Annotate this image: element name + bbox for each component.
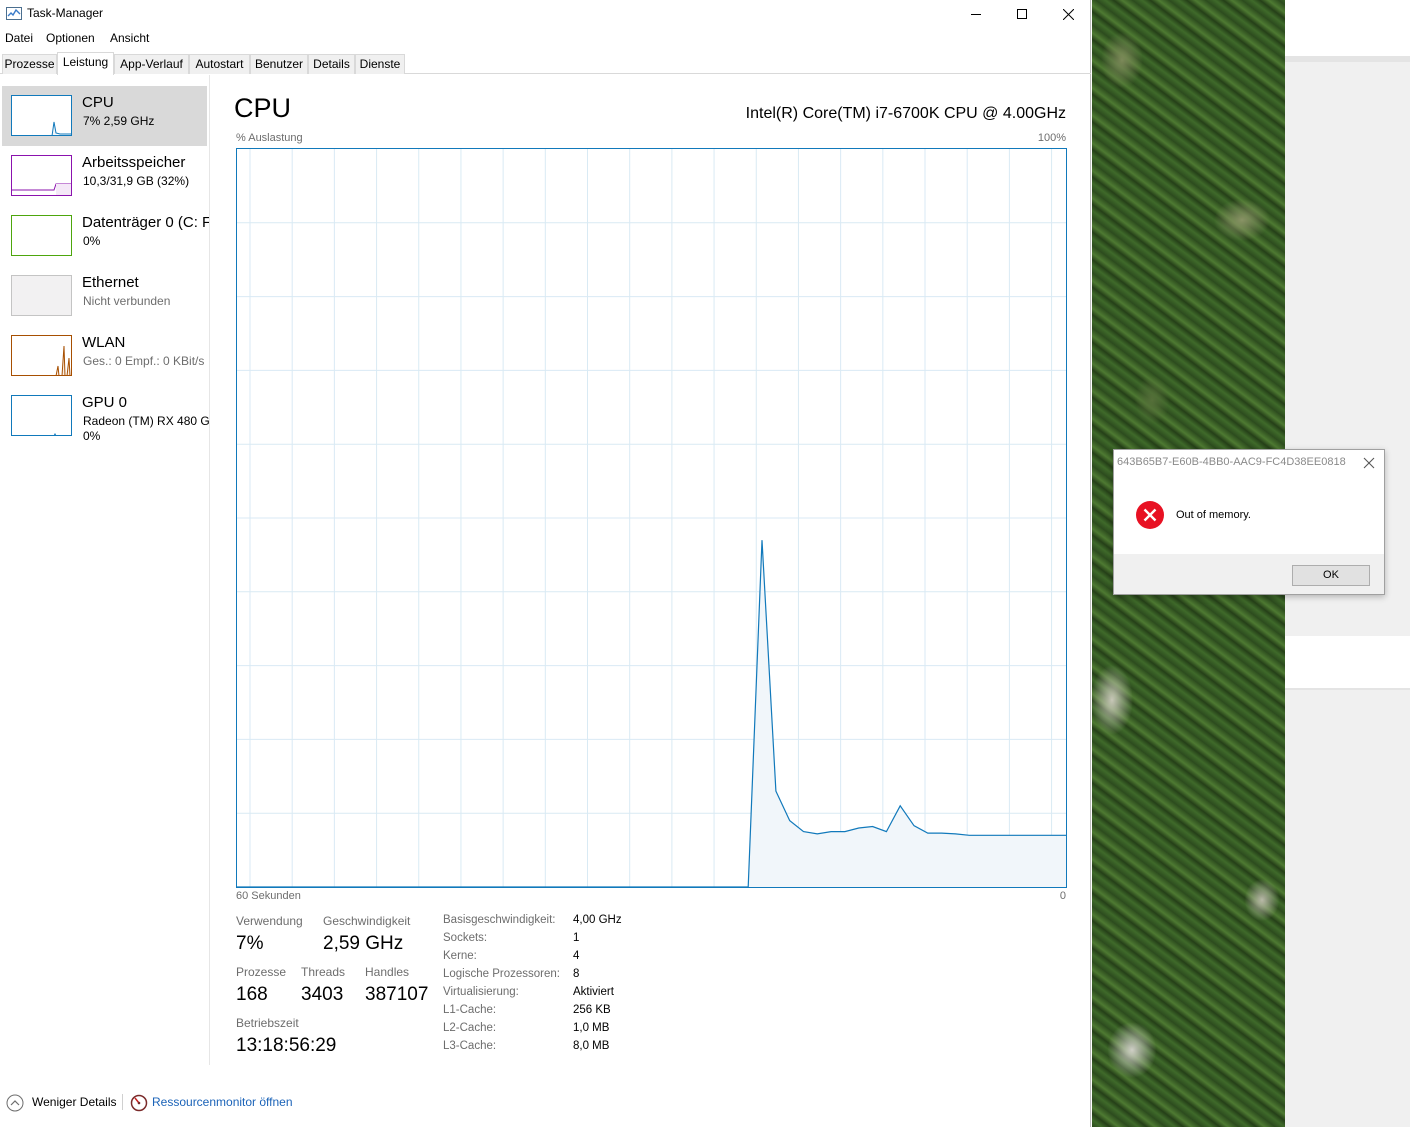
- sidebar-item-label: Datenträger 0 (C: F: [82, 214, 210, 231]
- sidebar-item-sub: Ges.: 0 Empf.: 0 KBit/s: [83, 354, 205, 368]
- detail-value: 8,0 MB: [573, 1040, 610, 1052]
- x-axis-label: 60 Sekunden: [236, 890, 301, 902]
- x-axis-end-label: 0: [1059, 890, 1066, 902]
- detail-value: Aktiviert: [573, 986, 614, 998]
- y-axis-max-label: 100%: [1037, 132, 1066, 144]
- dialog-title: 643B65B7-E60B-4BB0-AAC9-FC4D38EE0818: [1117, 456, 1346, 468]
- processes-label: Prozesse: [236, 965, 287, 979]
- dialog-footer: OK: [1114, 554, 1384, 594]
- sidebar-item-sub2: 0%: [83, 429, 101, 443]
- task-manager-window: Task-Manager Datei Optionen Ansicht Proz…: [0, 0, 1091, 1127]
- gpu-thumbnail-graph: [11, 395, 72, 436]
- detail-key: Virtualisierung:: [443, 986, 519, 998]
- handles-label: Handles: [365, 965, 410, 979]
- menu-optionen[interactable]: Optionen: [46, 31, 95, 45]
- detail-value: 4: [573, 950, 580, 962]
- detail-key: Sockets:: [443, 932, 488, 944]
- sidebar-item-sub: Radeon (TM) RX 480 Gra: [83, 414, 210, 428]
- wlan-thumbnail-graph: [11, 335, 72, 376]
- processes-value: 168: [236, 984, 268, 1005]
- resource-monitor-link[interactable]: Ressourcenmonitor öffnen: [152, 1095, 293, 1109]
- sidebar-item-sub: 7% 2,59 GHz: [83, 114, 155, 128]
- window-title: Task-Manager: [27, 6, 104, 20]
- footer-bar: Weniger Details Ressourcenmonitor öffnen: [0, 1090, 1091, 1114]
- detail-key: L2-Cache:: [443, 1022, 497, 1034]
- detail-value: 1: [573, 932, 580, 944]
- detail-key: L1-Cache:: [443, 1004, 497, 1016]
- page-title: CPU: [234, 93, 292, 123]
- menu-ansicht[interactable]: Ansicht: [110, 31, 149, 45]
- error-icon: [1136, 501, 1164, 529]
- sidebar-item-sub: Nicht verbunden: [83, 294, 171, 308]
- disk-thumbnail-graph: [11, 215, 72, 256]
- y-axis-label: % Auslastung: [236, 132, 303, 144]
- detail-value: 8: [573, 968, 580, 980]
- memory-thumbnail-graph: [11, 155, 72, 196]
- speed-label: Geschwindigkeit: [323, 914, 411, 928]
- tab-strip: Prozesse Leistung App-Verlauf Autostart …: [0, 52, 1091, 75]
- dialog-close-icon[interactable]: [1362, 456, 1376, 470]
- cpu-thumbnail-graph: [11, 95, 72, 136]
- threads-label: Threads: [301, 965, 346, 979]
- cpu-usage-chart-svg: [237, 149, 1066, 887]
- usage-value: 7%: [236, 933, 264, 954]
- detail-value: 256 KB: [573, 1004, 611, 1016]
- sidebar-item-sub: 10,3/31,9 GB (32%): [83, 174, 190, 188]
- ethernet-thumbnail-graph: [11, 275, 72, 316]
- maximize-button[interactable]: [999, 0, 1045, 28]
- chevron-up-circle-icon[interactable]: [6, 1094, 24, 1112]
- sidebar-item-label: Ethernet: [82, 274, 139, 291]
- sidebar-item-label: GPU 0: [82, 394, 128, 411]
- detail-value: 4,00 GHz: [573, 914, 622, 926]
- sidebar-item-ethernet[interactable]: Ethernet Nicht verbunden: [2, 266, 207, 326]
- sidebar-item-cpu[interactable]: CPU 7% 2,59 GHz: [2, 86, 207, 146]
- dialog-message: Out of memory.: [1176, 509, 1251, 521]
- tab-benutzer[interactable]: Benutzer: [250, 54, 308, 74]
- sidebar-item-gpu[interactable]: GPU 0 Radeon (TM) RX 480 Gra 0%: [2, 386, 210, 446]
- sidebar-item-label: Arbeitsspeicher: [82, 154, 186, 171]
- sidebar-item-wlan[interactable]: WLAN Ges.: 0 Empf.: 0 KBit/s: [2, 326, 207, 386]
- uptime-value: 13:18:56:29: [236, 1035, 337, 1056]
- background-window-panel-lower: [1285, 688, 1410, 1127]
- ok-button[interactable]: OK: [1292, 565, 1370, 586]
- detail-key: Kerne:: [443, 950, 477, 962]
- close-button[interactable]: [1045, 0, 1091, 28]
- tab-app-verlauf[interactable]: App-Verlauf: [114, 54, 189, 74]
- tab-autostart[interactable]: Autostart: [189, 54, 250, 74]
- performance-sidebar: CPU 7% 2,59 GHz Arbeitsspeicher 10,3/31,…: [0, 75, 210, 1065]
- uptime-label: Betriebszeit: [236, 1016, 299, 1030]
- footer-divider: [122, 1094, 123, 1110]
- cpu-model-name: Intel(R) Core(TM) i7-6700K CPU @ 4.00GHz: [745, 105, 1066, 122]
- less-details-link[interactable]: Weniger Details: [32, 1095, 116, 1109]
- handles-value: 387107: [365, 984, 429, 1005]
- sidebar-item-label: CPU: [82, 94, 114, 111]
- sidebar-item-memory[interactable]: Arbeitsspeicher 10,3/31,9 GB (32%): [2, 146, 207, 206]
- detail-key: Logische Prozessoren:: [443, 968, 560, 980]
- task-manager-icon: [6, 7, 22, 20]
- sidebar-item-sub: 0%: [83, 234, 101, 248]
- detail-key: L3-Cache:: [443, 1040, 497, 1052]
- detail-key: Basisgeschwindigkeit:: [443, 914, 556, 926]
- sidebar-item-disk[interactable]: Datenträger 0 (C: F 0%: [2, 206, 210, 266]
- minimize-button[interactable]: [953, 0, 999, 28]
- error-dialog: 643B65B7-E60B-4BB0-AAC9-FC4D38EE0818 Out…: [1113, 449, 1385, 595]
- cpu-usage-chart: [236, 148, 1067, 888]
- resource-monitor-icon[interactable]: [130, 1094, 148, 1112]
- usage-label: Verwendung: [236, 914, 303, 928]
- threads-value: 3403: [301, 984, 344, 1005]
- menu-datei[interactable]: Datei: [5, 31, 33, 45]
- tab-leistung[interactable]: Leistung: [57, 52, 114, 75]
- tab-dienste[interactable]: Dienste: [355, 54, 405, 74]
- title-bar[interactable]: Task-Manager: [0, 0, 1091, 28]
- close-icon: [1062, 8, 1074, 20]
- tab-prozesse[interactable]: Prozesse: [2, 54, 57, 74]
- tab-details[interactable]: Details: [308, 54, 355, 74]
- sidebar-item-label: WLAN: [82, 334, 126, 351]
- detail-value: 1,0 MB: [573, 1022, 610, 1034]
- speed-value: 2,59 GHz: [323, 933, 404, 954]
